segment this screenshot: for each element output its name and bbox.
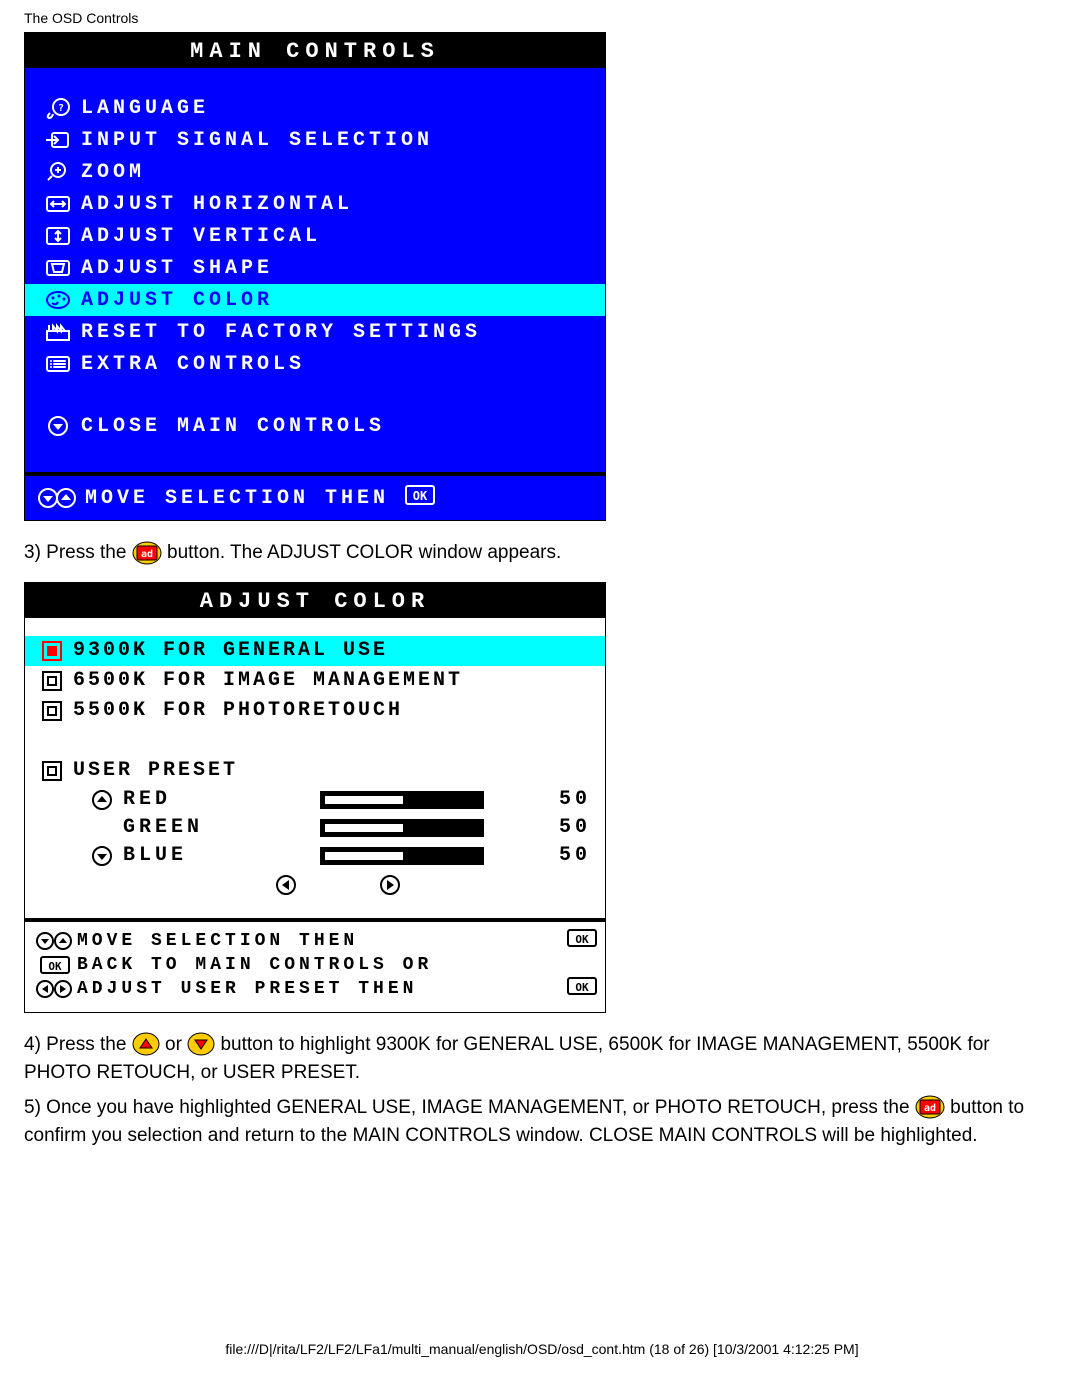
menu-item-zoom[interactable]: ZOOM (25, 156, 605, 188)
footer-line-1: MOVE SELECTION THEN (77, 931, 557, 951)
color-preset-9300k[interactable]: 9300K FOR GENERAL USE (25, 636, 605, 666)
updown-circles-icon (33, 931, 77, 951)
updown-circles-icon (35, 487, 79, 509)
menu-label: RESET TO FACTORY SETTINGS (75, 321, 481, 344)
ok-box-icon: OK (389, 485, 435, 512)
ok-box-icon: OK (557, 929, 597, 953)
main-controls-osd: MAIN CONTROLS ? LANGUAGE INPUT SIGNAL SE… (24, 32, 606, 521)
main-controls-footer: MOVE SELECTION THEN OK (25, 476, 605, 520)
svg-text:OK: OK (48, 960, 62, 973)
menu-item-adj-color[interactable]: ADJUST COLOR (25, 284, 605, 316)
main-controls-title: MAIN CONTROLS (25, 33, 605, 68)
preset-label: 9300K FOR GENERAL USE (67, 639, 595, 662)
ok-button-icon: ad (132, 541, 162, 565)
color-preset-6500k[interactable]: 6500K FOR IMAGE MANAGEMENT (25, 666, 605, 696)
menu-label: ADJUST VERTICAL (75, 225, 321, 248)
radio-icon (37, 760, 67, 782)
svg-text:OK: OK (575, 981, 589, 994)
right-arrow-circle-icon (378, 874, 402, 902)
step3-prefix: 3) Press the (24, 542, 132, 563)
ok-box-icon: OK (557, 977, 597, 1001)
step4-pre: 4) Press the (24, 1034, 132, 1055)
footer-hint-text: MOVE SELECTION THEN (79, 487, 389, 510)
radio-icon (37, 670, 67, 692)
vert-arrows-icon (41, 225, 75, 247)
menu-label: INPUT SIGNAL SELECTION (75, 129, 433, 152)
step3-suffix: button. The ADJUST COLOR window appears. (167, 542, 561, 563)
channel-bar (273, 847, 531, 865)
magnifier-icon (41, 161, 75, 183)
left-right-hint (25, 870, 605, 902)
preset-label: 5500K FOR PHOTORETOUCH (67, 699, 595, 722)
svg-text:ad: ad (141, 549, 153, 560)
menu-item-language[interactable]: ? LANGUAGE (25, 92, 605, 124)
up-button-icon (132, 1032, 160, 1056)
menu-label: ZOOM (75, 161, 145, 184)
menu-item-reset-factory[interactable]: RESET TO FACTORY SETTINGS (25, 316, 605, 348)
step-3-text: 3) Press the ad button. The ADJUST COLOR… (24, 539, 1060, 568)
footer-line-2: BACK TO MAIN CONTROLS OR (77, 955, 597, 975)
palette-icon (41, 289, 75, 311)
radio-selected-icon (37, 640, 67, 662)
channel-value: 50 (531, 816, 591, 839)
down-arrow-circle-icon (85, 845, 119, 867)
svg-text:ad: ad (924, 1103, 936, 1114)
menu-label: LANGUAGE (75, 97, 209, 120)
horiz-arrows-icon (41, 193, 75, 215)
page-header: The OSD Controls (24, 10, 1060, 26)
user-preset-label: USER PRESET (67, 759, 595, 782)
channel-name: RED (119, 788, 273, 811)
menu-item-adj-shape[interactable]: ADJUST SHAPE (25, 252, 605, 284)
channel-red[interactable]: RED 50 (25, 786, 605, 814)
menu-item-input-signal[interactable]: INPUT SIGNAL SELECTION (25, 124, 605, 156)
channel-name: BLUE (119, 844, 273, 867)
menu-label: ADJUST SHAPE (75, 257, 273, 280)
step5-pre: 5) Once you have highlighted GENERAL USE… (24, 1097, 915, 1118)
factory-icon (41, 321, 75, 343)
channel-green[interactable]: GREEN 50 (25, 814, 605, 842)
preset-label: 6500K FOR IMAGE MANAGEMENT (67, 669, 595, 692)
adjust-color-osd: ADJUST COLOR 9300K FOR GENERAL USE 6500K… (24, 582, 606, 1013)
color-preset-5500k[interactable]: 5500K FOR PHOTORETOUCH (25, 696, 605, 726)
adjust-color-title: ADJUST COLOR (25, 583, 605, 618)
menu-item-adj-vertical[interactable]: ADJUST VERTICAL (25, 220, 605, 252)
channel-bar (273, 791, 531, 809)
list-icon (41, 353, 75, 375)
adjust-color-footer: MOVE SELECTION THEN OK OK BACK TO MAIN C… (25, 922, 605, 1012)
footer-line-3: ADJUST USER PRESET THEN (77, 979, 557, 999)
channel-value: 50 (531, 788, 591, 811)
step-5-text: 5) Once you have highlighted GENERAL USE… (24, 1094, 1060, 1151)
channel-name: GREEN (119, 816, 273, 839)
menu-label: CLOSE MAIN CONTROLS (75, 415, 385, 438)
color-user-preset[interactable]: USER PRESET (25, 756, 605, 786)
left-arrow-circle-icon (274, 874, 298, 902)
step4-mid: or (165, 1034, 187, 1055)
menu-label: EXTRA CONTROLS (75, 353, 305, 376)
menu-item-extra-controls[interactable]: EXTRA CONTROLS (25, 348, 605, 380)
leftright-circles-icon (33, 979, 77, 999)
svg-text:?: ? (58, 103, 68, 114)
menu-label: ADJUST HORIZONTAL (75, 193, 353, 216)
ok-button-icon: ad (915, 1095, 945, 1119)
menu-item-adj-horizontal[interactable]: ADJUST HORIZONTAL (25, 188, 605, 220)
svg-text:OK: OK (575, 933, 589, 946)
up-arrow-circle-icon (85, 789, 119, 811)
radio-icon (37, 700, 67, 722)
menu-item-close[interactable]: CLOSE MAIN CONTROLS (25, 410, 605, 442)
ok-box-icon: OK (33, 956, 77, 974)
footer-path: file:///D|/rita/LF2/LF2/LFa1/multi_manua… (24, 1341, 1060, 1357)
globe-icon: ? (41, 97, 75, 119)
input-arrow-icon (41, 129, 75, 151)
down-button-icon (187, 1032, 215, 1056)
down-arrow-circle-icon (41, 415, 75, 437)
step-4-text: 4) Press the or button to highlight 9300… (24, 1031, 1060, 1088)
channel-bar (273, 819, 531, 837)
svg-text:OK: OK (413, 489, 428, 503)
menu-label: ADJUST COLOR (75, 289, 273, 312)
channel-value: 50 (531, 844, 591, 867)
channel-blue[interactable]: BLUE 50 (25, 842, 605, 870)
shape-icon (41, 257, 75, 279)
